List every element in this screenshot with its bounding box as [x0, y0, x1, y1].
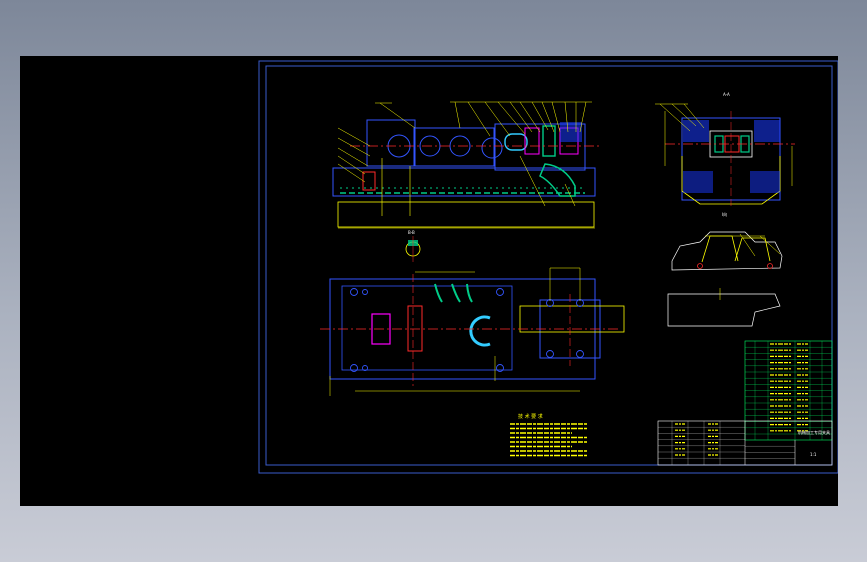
title-name: 机械加工专用夹具	[798, 429, 830, 435]
detail-parts	[667, 231, 783, 327]
section-view: A-A I向	[655, 92, 795, 217]
title-scale: 1:1	[810, 452, 817, 457]
sheet-outer-border	[258, 60, 838, 474]
top-view: B-B	[320, 230, 625, 396]
parts-list	[744, 340, 833, 441]
cad-drawing: B-B A-A I向 技 术 要 求 机械加工专用夹具 1:1	[258, 60, 838, 474]
tech-title: 技 术 要 求	[518, 413, 543, 420]
section-label: A-A	[723, 92, 730, 97]
cad-viewport[interactable]: B-B A-A I向 技 术 要 求 机械加工专用夹具 1:1	[20, 56, 838, 506]
small-section: B-B	[405, 230, 421, 262]
front-view	[332, 101, 600, 229]
view-caption: I向	[722, 211, 727, 217]
tech-requirements: 技 术 要 求	[510, 413, 588, 457]
title-block: 机械加工专用夹具 1:1	[657, 420, 833, 466]
small-section-label: B-B	[408, 230, 415, 235]
